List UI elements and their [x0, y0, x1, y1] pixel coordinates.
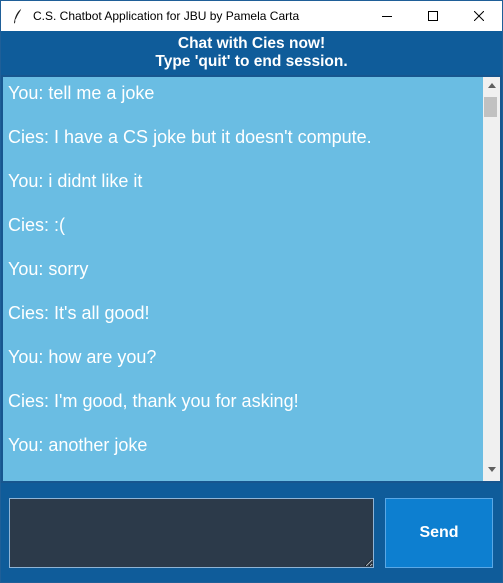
chat-header: Chat with Cies now! Type 'quit' to end s… — [1, 31, 502, 75]
feather-icon — [11, 8, 25, 24]
title-bar[interactable]: C.S. Chatbot Application for JBU by Pame… — [1, 1, 502, 31]
chat-message: Cies: I'm good, thank you for asking! — [8, 391, 299, 411]
header-title: Chat with Cies now! — [177, 35, 326, 52]
chat-message: Cies: I have a CS joke but it doesn't co… — [8, 127, 372, 147]
scroll-thumb[interactable] — [484, 97, 497, 117]
scroll-up-icon[interactable] — [483, 77, 500, 94]
chat-message: You: i didnt like it — [8, 171, 143, 191]
chat-message: You: tell me a joke — [8, 83, 155, 103]
chat-message: You: how are you? — [8, 347, 157, 367]
chat-log[interactable]: You: tell me a joke Cies: I have a CS jo… — [3, 77, 483, 481]
maximize-icon[interactable] — [410, 1, 456, 31]
window-title: C.S. Chatbot Application for JBU by Pame… — [33, 9, 300, 23]
close-icon[interactable] — [456, 1, 502, 31]
scroll-down-icon[interactable] — [483, 461, 500, 478]
chat-message: You: another joke — [8, 435, 148, 455]
chat-message: Cies: It's all good! — [8, 303, 150, 323]
app-window: C.S. Chatbot Application for JBU by Pame… — [0, 0, 503, 583]
minimize-icon[interactable] — [364, 1, 410, 31]
chat-message: You: sorry — [8, 259, 89, 279]
window-controls — [364, 1, 502, 31]
chat-scrollbar[interactable] — [483, 77, 500, 481]
send-button[interactable]: Send — [385, 498, 493, 568]
message-input[interactable] — [9, 498, 374, 568]
input-bar: Send — [1, 483, 502, 582]
chat-message: Cies: :( — [8, 215, 66, 235]
header-instructions: Type 'quit' to end session. — [155, 53, 348, 70]
